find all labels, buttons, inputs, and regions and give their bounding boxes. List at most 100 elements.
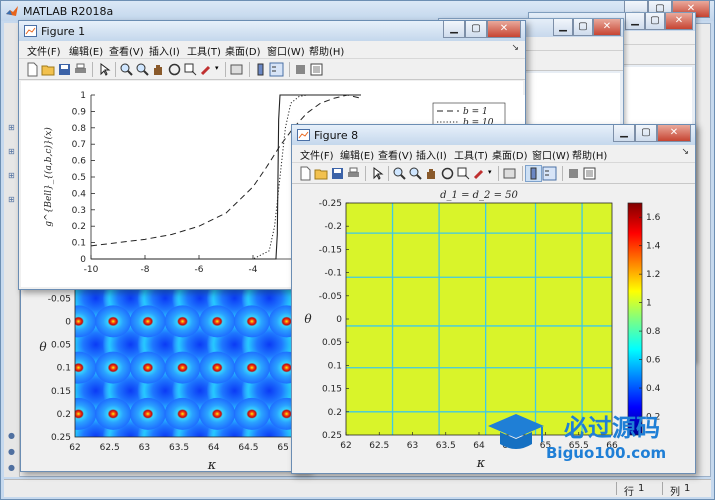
menu-desktop[interactable]: 桌面(D)	[225, 43, 261, 58]
zoom-in-icon[interactable]	[392, 166, 407, 181]
save-icon[interactable]	[57, 62, 72, 77]
data-cursor-icon[interactable]	[456, 166, 471, 181]
new-figure-icon[interactable]	[25, 62, 40, 77]
menu-help[interactable]: 帮助(H)	[572, 147, 607, 162]
hide-plot-tools-icon[interactable]	[293, 62, 308, 77]
figure1-title-bar[interactable]: Figure 1 ▁ ▢ ✕	[19, 21, 525, 41]
link-plot-icon[interactable]	[229, 62, 244, 77]
dock-icon[interactable]: ↘	[681, 147, 689, 157]
brush-icon[interactable]	[199, 62, 214, 77]
y-tick-label: 0.7	[72, 140, 86, 150]
status-bar: 行 1 列 1	[4, 479, 711, 498]
close-icon[interactable]: ✕	[593, 19, 621, 36]
maximize-icon[interactable]: ▢	[635, 125, 657, 142]
tree-expand-icon[interactable]: ⊞	[8, 147, 15, 156]
y-tick-label: 0.15	[322, 385, 342, 395]
radio-icon[interactable]: ●	[8, 447, 15, 456]
brush-icon[interactable]	[472, 166, 487, 181]
heatmap-x-tick-label: 62.5	[100, 443, 120, 453]
figure1-menu-bar: 文件(F) 编辑(E) 查看(V) 插入(I) 工具(T) 桌面(D) 窗口(W…	[19, 41, 525, 58]
pointer-icon[interactable]	[97, 62, 112, 77]
menu-help[interactable]: 帮助(H)	[309, 43, 344, 58]
close-icon[interactable]: ✕	[665, 13, 693, 30]
y-tick-label: 0.1	[328, 361, 342, 371]
zoom-in-icon[interactable]	[119, 62, 134, 77]
colorbar-tick-label: 1.4	[646, 242, 661, 252]
watermark-text: 必过源码	[564, 414, 660, 442]
link-plot-icon[interactable]	[502, 166, 517, 181]
menu-edit[interactable]: 编辑(E)	[69, 43, 103, 58]
zoom-out-icon[interactable]	[408, 166, 423, 181]
save-icon[interactable]	[330, 166, 345, 181]
menu-window[interactable]: 窗口(W)	[532, 147, 570, 162]
status-separator	[662, 482, 663, 495]
tree-expand-icon[interactable]: ⊞	[8, 195, 15, 204]
rotate-icon[interactable]	[167, 62, 182, 77]
print-icon[interactable]	[346, 166, 361, 181]
tree-expand-icon[interactable]: ⊞	[8, 123, 15, 132]
colorbar-icon[interactable]	[253, 62, 268, 77]
figure1-window-controls: ▁ ▢ ✕	[443, 21, 521, 38]
radio-icon[interactable]: ●	[8, 463, 15, 472]
dock-icon[interactable]: ↘	[511, 43, 519, 53]
menu-tools[interactable]: 工具(T)	[187, 43, 221, 58]
data-cursor-icon[interactable]	[183, 62, 198, 77]
maximize-icon[interactable]: ▢	[645, 13, 665, 30]
pointer-icon[interactable]	[370, 166, 385, 181]
show-plot-tools-icon[interactable]	[582, 166, 597, 181]
menu-view[interactable]: 查看(V)	[378, 147, 413, 162]
minimize-icon[interactable]: ▁	[613, 125, 635, 142]
background-window-controls: ▁ ▢ ✕	[625, 13, 693, 30]
tree-expand-icon[interactable]: ⊞	[8, 171, 15, 180]
menu-insert[interactable]: 插入(I)	[416, 147, 447, 162]
menu-file[interactable]: 文件(F)	[27, 43, 61, 58]
maximize-icon[interactable]: ▢	[465, 21, 487, 38]
menu-desktop[interactable]: 桌面(D)	[492, 147, 528, 162]
brush-dropdown-icon[interactable]: ▾	[215, 64, 219, 72]
heatmap-peak	[233, 351, 270, 384]
print-icon[interactable]	[73, 62, 88, 77]
menu-view[interactable]: 查看(V)	[109, 43, 144, 58]
minimize-icon[interactable]: ▁	[443, 21, 465, 38]
maximize-icon[interactable]: ▢	[573, 19, 593, 36]
figure8-title-bar[interactable]: Figure 8 ▁ ▢ ✕	[292, 125, 695, 145]
rotate-icon[interactable]	[440, 166, 455, 181]
menu-tools[interactable]: 工具(T)	[454, 147, 488, 162]
open-file-icon[interactable]	[314, 166, 329, 181]
heatmap-x-tick-label: 64	[208, 443, 220, 453]
hide-plot-tools-icon[interactable]	[566, 166, 581, 181]
toolbar-separator	[365, 166, 366, 181]
heatmap-y-tick-label: 0.05	[51, 341, 71, 351]
open-file-icon[interactable]	[41, 62, 56, 77]
radio-icon[interactable]: ●	[8, 431, 15, 440]
minimize-icon[interactable]: ▁	[553, 19, 573, 36]
menu-file[interactable]: 文件(F)	[300, 147, 334, 162]
heatmap-y-tick-label: 0.1	[57, 364, 71, 374]
menu-edit[interactable]: 编辑(E)	[340, 147, 374, 162]
menu-window[interactable]: 窗口(W)	[267, 43, 305, 58]
brush-dropdown-icon[interactable]: ▾	[488, 168, 492, 176]
show-plot-tools-icon[interactable]	[309, 62, 324, 77]
close-icon[interactable]: ✕	[657, 125, 691, 142]
heatmap-x-axis-label: κ	[207, 458, 217, 469]
colorbar-icon[interactable]	[525, 165, 542, 182]
x-tick-label: -8	[141, 265, 150, 275]
legend-icon[interactable]	[269, 62, 284, 77]
heatmap-x-tick-label: 63	[139, 443, 150, 453]
pan-icon[interactable]	[424, 166, 439, 181]
colorbar-tick-label: 1.2	[646, 270, 660, 280]
toolbar-separator	[249, 62, 250, 77]
watermark-domain: Biguo100.com	[546, 444, 666, 462]
minimize-icon[interactable]: ▁	[625, 13, 645, 30]
pan-icon[interactable]	[151, 62, 166, 77]
new-figure-icon[interactable]	[298, 166, 313, 181]
menu-insert[interactable]: 插入(I)	[149, 43, 180, 58]
close-icon[interactable]: ✕	[487, 21, 521, 38]
row-value: 1	[638, 483, 645, 494]
legend-label: b = 1	[463, 107, 488, 117]
legend-icon[interactable]	[542, 166, 557, 181]
zoom-out-icon[interactable]	[135, 62, 150, 77]
toolbar-separator	[92, 62, 93, 77]
toolbar-separator	[562, 166, 563, 181]
figure-icon	[297, 129, 310, 141]
